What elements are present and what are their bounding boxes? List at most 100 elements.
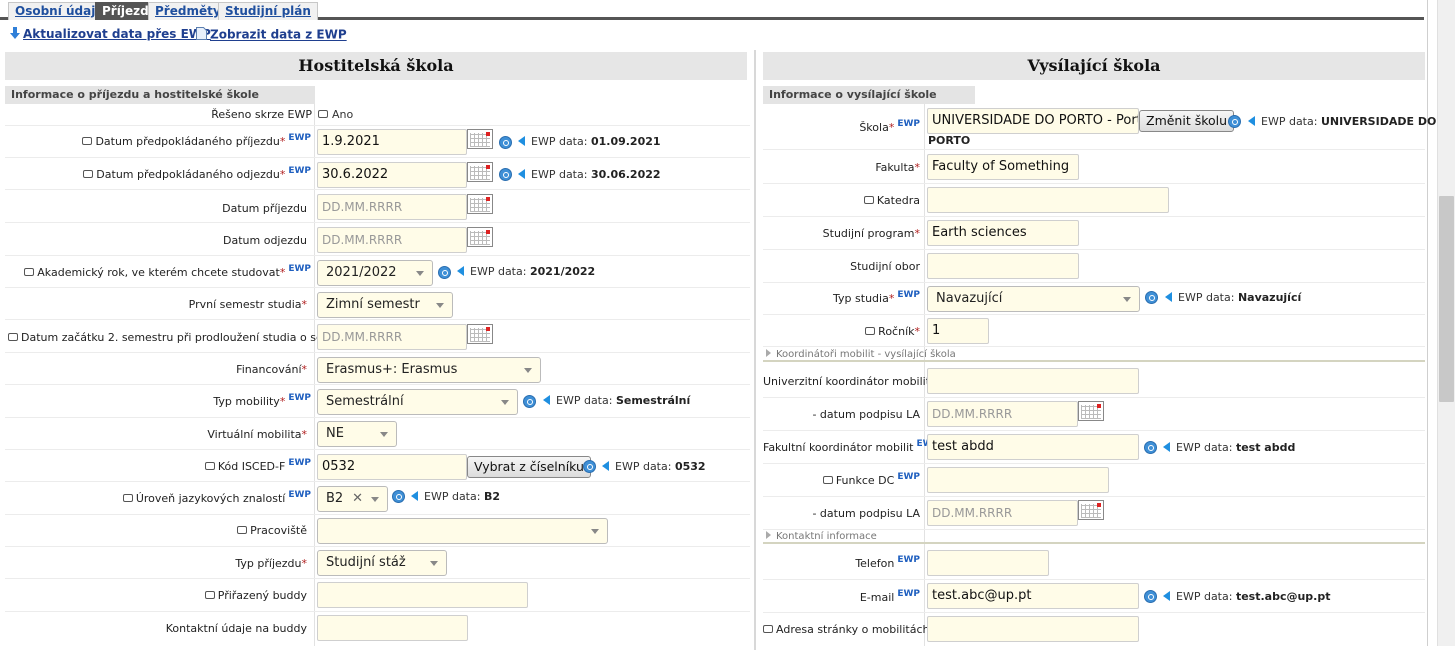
refresh-icon[interactable] [1144,441,1157,454]
school-label-text: Škola [859,121,889,134]
arrival-type-select[interactable]: Studijní stáž [317,550,447,576]
academic-year-ewp: EWP data: 2021/2022 [457,265,595,278]
tab-arrival[interactable]: Příjezd [95,2,156,20]
refresh-icon[interactable] [438,266,451,279]
academic-year-select[interactable]: 2021/2022 [317,260,433,286]
first-semester-label-text: První semestr studia [188,298,302,311]
host-school-title: Hostitelská škola [5,52,747,80]
second-semester-date-input[interactable]: DD.MM.RRRR [317,324,467,350]
email-input[interactable]: test.abc@up.pt [927,583,1139,609]
change-school-button[interactable]: Změnit školu [1139,110,1235,132]
study-type-label: Typ studia* EWP [763,290,920,305]
comment-icon [83,170,94,178]
arrow-left-icon [1165,292,1172,302]
calendar-icon[interactable] [467,324,493,344]
ewp-tag: EWP [288,458,311,468]
buddy-contact-input[interactable] [317,615,468,641]
show-ewp-link[interactable]: Zobrazit data z EWP [196,27,347,43]
calendar-icon[interactable] [1078,401,1104,421]
calendar-icon[interactable] [467,194,493,214]
calendar-icon[interactable] [467,129,493,149]
refresh-icon[interactable] [499,168,512,181]
arrow-left-icon [411,491,418,501]
tab-study-plan[interactable]: Studijní plán [218,2,318,20]
dc-function-input[interactable] [927,467,1109,493]
refresh-icon[interactable] [499,136,512,149]
fac-coord-input[interactable]: test abdd [927,434,1139,460]
contact-group-header[interactable]: Kontaktní informace [763,530,1425,544]
department-input[interactable] [927,187,1169,213]
isced-input[interactable]: 0532 [317,454,467,480]
chevron-down-icon [1123,297,1131,302]
school-ewp: EWP data: UNIVERSIDADE DO [1248,115,1436,128]
school-input[interactable]: UNIVERSIDADE DO PORTO - Porto [927,108,1139,134]
update-ewp-link[interactable]: Aktualizovat data přes EWP [10,27,211,42]
refresh-icon[interactable] [392,490,405,503]
calendar-icon[interactable] [1078,500,1104,520]
language-select[interactable]: B2 ✕ [317,486,388,512]
field-input[interactable] [927,253,1079,279]
refresh-icon[interactable] [1228,115,1241,128]
comment-icon [122,494,133,502]
program-input[interactable]: Earth sciences [927,220,1079,246]
select-from-codelist-button[interactable]: Vybrat z číselníku [467,456,591,478]
comment-icon [763,625,773,633]
tab-courses[interactable]: Předměty [148,2,228,20]
coordinators-group-header[interactable]: Koordinátoři mobilit - vysílající škola [763,348,1425,362]
arrow-left-icon [543,395,550,405]
comment-icon [204,462,215,470]
resolved-value: Ano [332,108,354,121]
uni-coord-input[interactable] [927,368,1139,394]
arrow-down-icon [10,27,20,42]
year-input[interactable]: 1 [927,318,989,344]
arrow-left-icon [1163,442,1170,452]
phone-label-text: Telefon [855,557,895,570]
close-icon[interactable]: ✕ [352,487,363,511]
departure-date-input[interactable]: DD.MM.RRRR [317,227,467,253]
dc-function-label-text: Funkce DC [835,474,895,487]
comment-icon [865,327,876,335]
study-type-select[interactable]: Navazující [927,286,1140,312]
ewp-tag: EWP [897,589,920,599]
refresh-icon[interactable] [1145,291,1158,304]
first-semester-select[interactable]: Zimní semestr [317,292,453,318]
buddy-input[interactable] [317,582,528,608]
required-mark: * [914,161,921,174]
sending-info-subtitle: Informace o vysílající škole [763,86,975,104]
buddy-label-text: Přiřazený buddy [217,589,307,602]
refresh-icon[interactable] [523,395,536,408]
virtual-select[interactable]: NE [317,421,397,447]
mobility-type-value: Semestrální [326,394,404,409]
chevron-down-icon [591,529,599,534]
refresh-icon[interactable] [1144,590,1157,603]
la-date-2-input[interactable]: DD.MM.RRRR [927,500,1078,526]
arrival-date-input[interactable]: DD.MM.RRRR [317,194,467,220]
refresh-icon[interactable] [583,460,596,473]
expected-departure-input[interactable]: 30.6.2022 [317,162,467,188]
phone-input[interactable] [927,550,1049,576]
ewp-data-value: Semestrální [615,394,691,407]
ewp-data-value: 0532 [674,460,706,473]
mobility-type-select[interactable]: Semestrální [317,389,518,415]
calendar-icon[interactable] [467,227,493,247]
document-icon [196,27,207,43]
ewp-data-value: 30.06.2022 [590,168,661,181]
arrow-left-icon [1248,116,1255,126]
email-label: E-mail EWP [763,589,920,604]
contact-group-label: Kontaktní informace [776,531,877,542]
faculty-input[interactable]: Faculty of Something [927,154,1079,180]
expected-arrival-input[interactable]: 1.9.2021 [317,129,467,155]
scrollbar-thumb[interactable] [1439,196,1454,402]
financing-select[interactable]: Erasmus+: Erasmus [317,357,541,383]
content-border [1427,0,1428,646]
required-mark: * [279,266,286,279]
arrow-left-icon [457,266,464,276]
mobility-type-ewp: EWP data: Semestrální [543,394,690,407]
calendar-icon[interactable] [467,162,493,182]
workplace-select[interactable] [317,518,608,544]
mobility-page-input[interactable] [927,616,1139,642]
la-date-input[interactable]: DD.MM.RRRR [927,401,1078,427]
required-mark: * [914,325,921,338]
language-value: B2 [326,491,344,506]
comment-icon [318,110,328,118]
